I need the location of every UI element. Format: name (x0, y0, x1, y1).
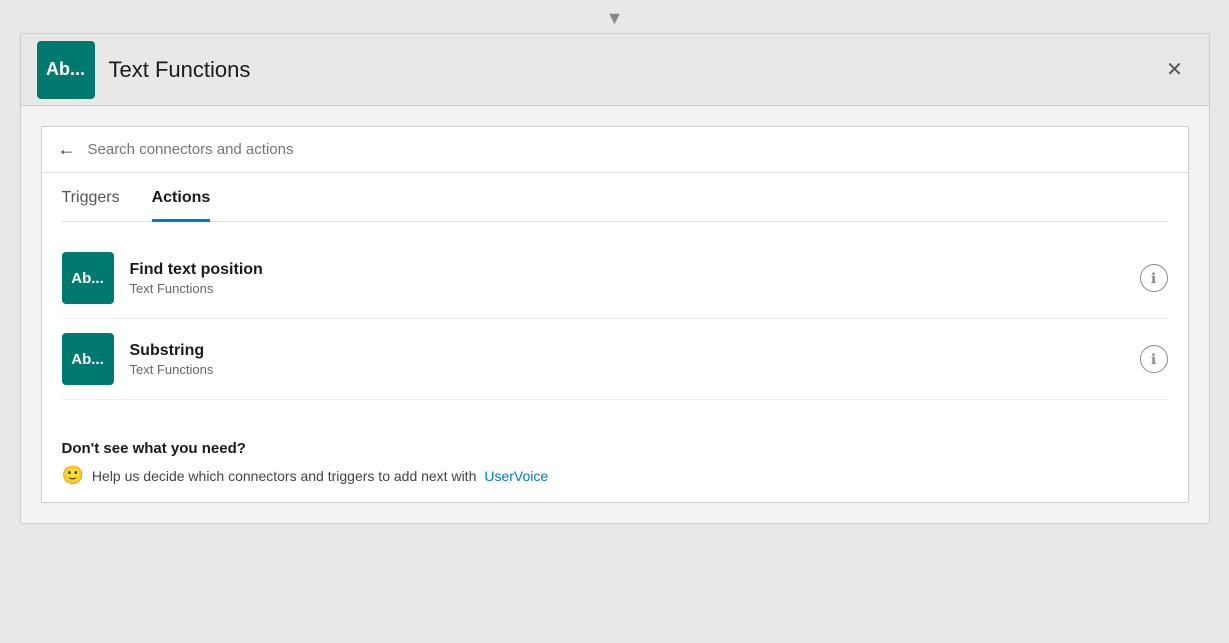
tabs-bar: Triggers Actions (62, 173, 1168, 222)
action-name-substring: Substring (130, 342, 1140, 360)
top-arrow-indicator: ▼ (606, 8, 624, 28)
back-button[interactable]: ← (58, 139, 76, 160)
header-icon: Ab... (37, 41, 95, 99)
search-container: ← Triggers Actions (41, 126, 1189, 503)
close-icon: ✕ (1166, 57, 1183, 82)
info-button-substring[interactable]: ℹ (1140, 345, 1168, 373)
panel: ▼ Ab... Text Functions ✕ ← (20, 8, 1210, 524)
action-item-find-text[interactable]: Ab... Find text position Text Functions … (62, 238, 1168, 319)
action-connector-find-text: Text Functions (130, 281, 1140, 296)
action-connector-substring: Text Functions (130, 362, 1140, 377)
action-icon-find-text: Ab... (62, 252, 114, 304)
action-item-substring[interactable]: Ab... Substring Text Functions ℹ (62, 319, 1168, 400)
panel-header: Ab... Text Functions ✕ (21, 34, 1209, 106)
action-icon-substring: Ab... (62, 333, 114, 385)
action-info-find-text: Find text position Text Functions (130, 261, 1140, 296)
close-button[interactable]: ✕ (1157, 52, 1193, 88)
search-input[interactable] (88, 141, 1172, 158)
uservoice-link[interactable]: UserVoice (484, 468, 548, 484)
footer-title: Don't see what you need? (62, 440, 1168, 457)
tabs-and-content: Triggers Actions Ab... (42, 173, 1188, 416)
panel-title: Text Functions (109, 57, 1157, 83)
smile-icon: 🙂 (62, 465, 84, 486)
action-info-substring: Substring Text Functions (130, 342, 1140, 377)
action-name-find-text: Find text position (130, 261, 1140, 279)
tab-actions[interactable]: Actions (152, 189, 211, 222)
info-button-find-text[interactable]: ℹ (1140, 264, 1168, 292)
tab-triggers[interactable]: Triggers (62, 189, 120, 222)
back-arrow-icon: ← (58, 139, 76, 159)
footer-section: Don't see what you need? 🙂 Help us decid… (42, 416, 1188, 502)
search-bar: ← (42, 127, 1188, 173)
main-panel: Ab... Text Functions ✕ ← (20, 33, 1210, 524)
panel-body: ← Triggers Actions (21, 106, 1209, 523)
footer-description: Help us decide which connectors and trig… (92, 468, 476, 484)
action-list: Ab... Find text position Text Functions … (62, 222, 1168, 416)
footer-text: 🙂 Help us decide which connectors and tr… (62, 465, 1168, 486)
